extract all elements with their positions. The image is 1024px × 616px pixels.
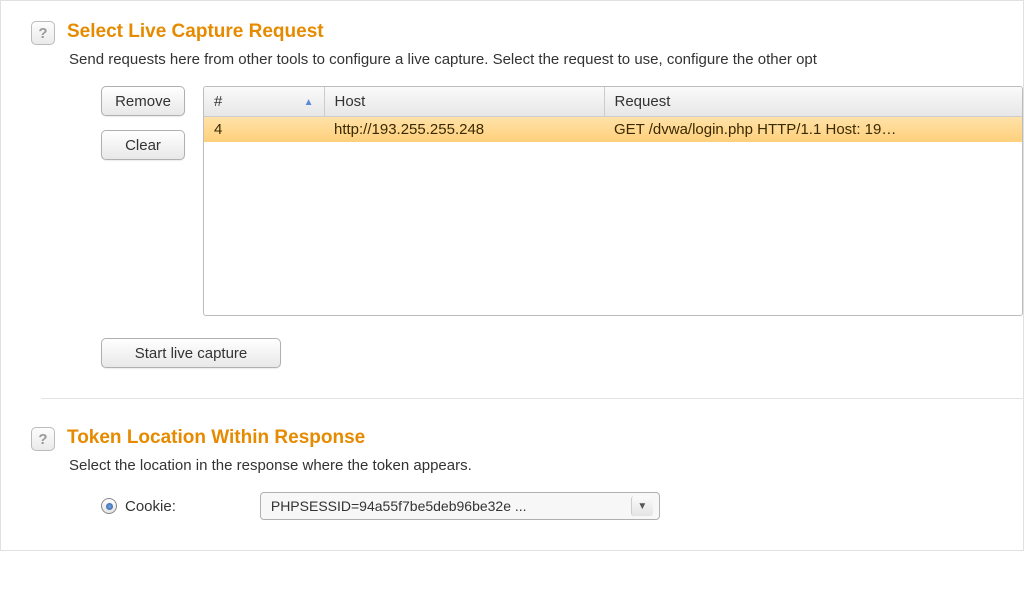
section-title-token: Token Location Within Response [67, 427, 365, 449]
col-host-header[interactable]: Host [324, 87, 604, 117]
help-icon[interactable]: ? [31, 21, 55, 45]
cookie-value-text: PHPSESSID=94a55f7be5deb96be32e ... [271, 498, 527, 514]
cell-number: 4 [204, 117, 324, 143]
col-number-header[interactable]: # ▲ [204, 87, 324, 117]
remove-button[interactable]: Remove [101, 86, 185, 116]
cell-host: http://193.255.255.248 [324, 117, 604, 143]
chevron-down-icon[interactable]: ▼ [631, 496, 653, 516]
clear-button[interactable]: Clear [101, 130, 185, 160]
cookie-value-dropdown[interactable]: PHPSESSID=94a55f7be5deb96be32e ... ▼ [260, 492, 660, 520]
cell-request: GET /dvwa/login.php HTTP/1.1 Host: 19… [604, 117, 1022, 143]
table-row[interactable]: 4 http://193.255.255.248 GET /dvwa/login… [204, 117, 1022, 143]
sort-ascending-icon: ▲ [304, 97, 314, 108]
section-divider [41, 398, 1024, 399]
col-request-header[interactable]: Request [604, 87, 1022, 117]
request-table[interactable]: # ▲ Host Request 4 http://193.255.255.24… [203, 86, 1023, 316]
section-title-capture: Select Live Capture Request [67, 21, 324, 43]
token-description: Select the location in the response wher… [69, 457, 1023, 474]
radio-cookie-label: Cookie: [125, 498, 176, 515]
token-location-section: ? Token Location Within Response Select … [31, 427, 1023, 520]
col-number-label: # [214, 93, 222, 110]
help-icon[interactable]: ? [31, 427, 55, 451]
live-capture-section: ? Select Live Capture Request Send reque… [31, 21, 1023, 368]
radio-cookie[interactable] [101, 498, 117, 514]
capture-description: Send requests here from other tools to c… [69, 51, 1023, 68]
start-live-capture-button[interactable]: Start live capture [101, 338, 281, 368]
